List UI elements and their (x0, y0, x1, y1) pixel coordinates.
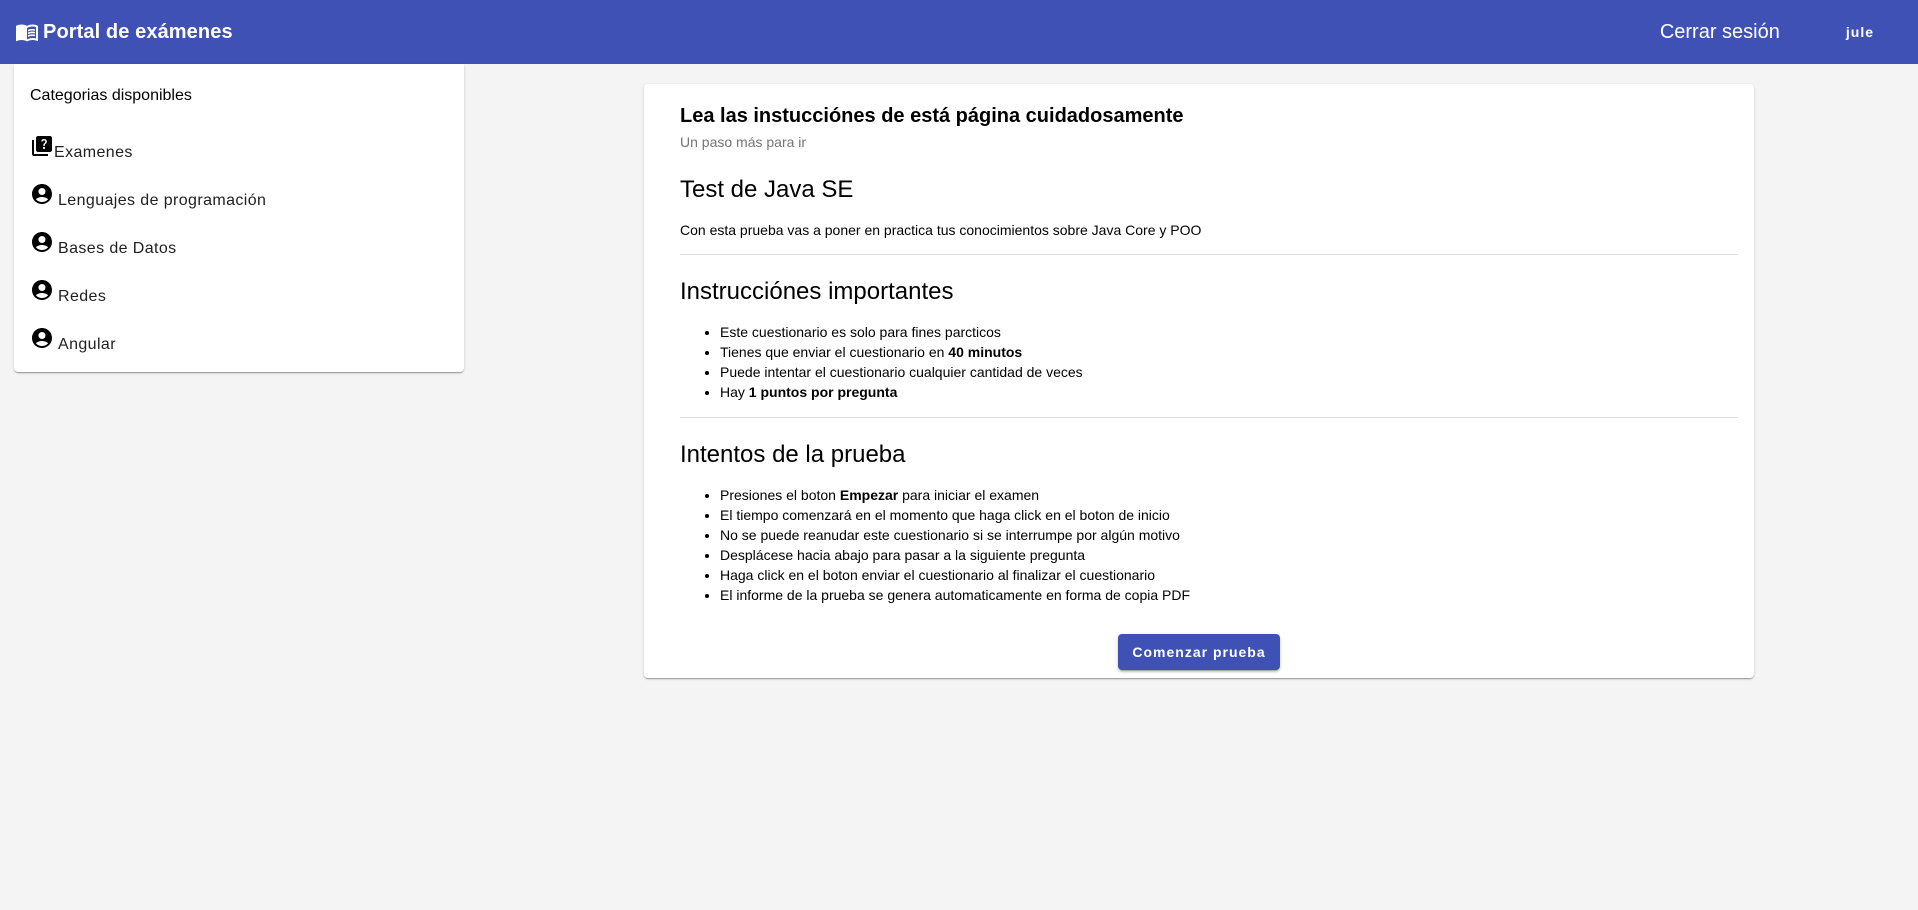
sidebar-item-label: Redes (58, 288, 107, 305)
sidebar-item-angular[interactable]: Angular (30, 326, 116, 356)
account-circle-icon (30, 278, 54, 302)
list-item: Este cuestionario es solo para fines par… (720, 322, 1083, 342)
exam-description: Con esta prueba vas a poner en practica … (680, 222, 1202, 238)
list-item: Puede intentar el cuestionario cualquier… (720, 362, 1083, 382)
attempts-list: Presiones el boton Empezar para iniciar … (720, 485, 1190, 605)
divider (680, 254, 1738, 255)
account-circle-icon (30, 326, 54, 350)
card-title: Lea las instucciónes de está página cuid… (680, 105, 1184, 127)
list-item: Hay 1 puntos por pregunta (720, 382, 1083, 402)
start-exam-button[interactable]: Comenzar prueba (1118, 634, 1280, 670)
instructions-list: Este cuestionario es solo para fines par… (720, 322, 1083, 402)
list-item: Haga click en el boton enviar el cuestio… (720, 565, 1190, 585)
sidebar-categories: Categorias disponibles Examenes Lenguaje… (14, 64, 464, 372)
account-circle-icon (30, 182, 54, 206)
instructions-heading: Instrucciónes importantes (680, 278, 954, 305)
instructions-card: Lea las instucciónes de está página cuid… (644, 84, 1754, 678)
sidebar-item-redes[interactable]: Redes (30, 278, 106, 308)
list-item: Tienes que enviar el cuestionario en 40 … (720, 342, 1083, 362)
list-item: Desplácese hacia abajo para pasar a la s… (720, 545, 1190, 565)
divider (680, 417, 1738, 418)
quiz-icon (30, 134, 54, 158)
brand-link[interactable]: Portal de exámenes (15, 20, 233, 44)
app-title: Portal de exámenes (43, 20, 233, 43)
sidebar-item-lenguajes[interactable]: Lenguajes de programación (30, 182, 266, 212)
exam-title: Test de Java SE (680, 176, 854, 203)
sidebar-item-examenes[interactable]: Examenes (30, 134, 133, 164)
attempts-heading: Intentos de la prueba (680, 441, 906, 468)
list-item: Presiones el boton Empezar para iniciar … (720, 485, 1190, 505)
list-item: No se puede reanudar este cuestionario s… (720, 525, 1190, 545)
logout-link[interactable]: Cerrar sesión (1660, 21, 1780, 44)
card-subtitle: Un paso más para ir (680, 134, 807, 150)
list-item: El informe de la prueba se genera automa… (720, 585, 1190, 605)
sidebar-item-label: Lenguajes de programación (58, 192, 267, 209)
sidebar-item-bases-de-datos[interactable]: Bases de Datos (30, 230, 177, 260)
sidebar-item-label: Examenes (54, 144, 133, 161)
sidebar-subheader: Categorias disponibles (30, 87, 192, 104)
menu-book-icon (15, 20, 39, 44)
sidebar-item-label: Angular (58, 336, 116, 353)
account-circle-icon (30, 230, 54, 254)
sidebar-item-label: Bases de Datos (58, 240, 177, 257)
top-toolbar: Portal de exámenes Cerrar sesión jule (0, 0, 1918, 64)
user-profile-button[interactable]: jule (1846, 24, 1874, 40)
list-item: El tiempo comenzará en el momento que ha… (720, 505, 1190, 525)
